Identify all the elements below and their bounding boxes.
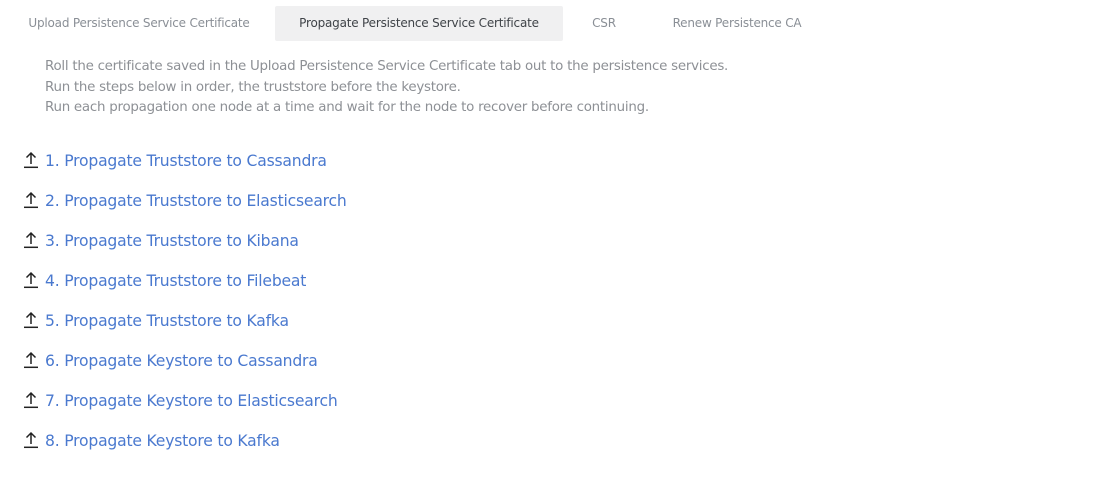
instruction-line: Roll the certificate saved in the Upload… (45, 59, 729, 74)
upload-icon (21, 230, 43, 250)
step-label[interactable]: 1. Propagate Truststore to Cassandra (45, 152, 327, 170)
tab-csr[interactable]: CSR (572, 6, 636, 41)
upload-icon (21, 270, 43, 290)
step-label[interactable]: 3. Propagate Truststore to Kibana (45, 232, 299, 250)
upload-icon (21, 190, 43, 210)
step-label[interactable]: 7. Propagate Keystore to Elasticsearch (45, 392, 338, 410)
instruction-line: Run each propagation one node at a time … (45, 100, 649, 116)
instruction-line: Run the steps below in order, the trusts… (45, 79, 461, 95)
step-label[interactable]: 5. Propagate Truststore to Kafka (45, 312, 289, 330)
propagation-steps: 1. Propagate Truststore to Cassandra 2. … (19, 141, 347, 461)
step-link-8[interactable]: 8. Propagate Keystore to Kafka (19, 421, 347, 461)
tab-bar: Upload Persistence Service Certificate P… (0, 6, 1112, 41)
step-link-6[interactable]: 6. Propagate Keystore to Cassandra (19, 341, 347, 381)
step-label[interactable]: 2. Propagate Truststore to Elasticsearch (45, 192, 347, 210)
tab-propagate-certificate[interactable]: Propagate Persistence Service Certificat… (275, 6, 563, 41)
step-label[interactable]: 8. Propagate Keystore to Kafka (45, 432, 280, 450)
instructions: Roll the certificate saved in the Upload… (45, 57, 728, 119)
step-link-2[interactable]: 2. Propagate Truststore to Elasticsearch (19, 181, 347, 221)
step-label[interactable]: 4. Propagate Truststore to Filebeat (45, 272, 306, 290)
step-link-1[interactable]: 1. Propagate Truststore to Cassandra (19, 141, 347, 181)
upload-icon (21, 350, 43, 370)
step-link-7[interactable]: 7. Propagate Keystore to Elasticsearch (19, 381, 347, 421)
step-link-4[interactable]: 4. Propagate Truststore to Filebeat (19, 261, 347, 301)
upload-icon (21, 430, 43, 450)
upload-icon (21, 310, 43, 330)
step-link-3[interactable]: 3. Propagate Truststore to Kibana (19, 221, 347, 261)
upload-icon (21, 390, 43, 410)
step-link-5[interactable]: 5. Propagate Truststore to Kafka (19, 301, 347, 341)
tab-renew-ca[interactable]: Renew Persistence CA (652, 6, 822, 41)
upload-icon (21, 150, 43, 170)
tab-upload-certificate[interactable]: Upload Persistence Service Certificate (19, 6, 259, 41)
step-label[interactable]: 6. Propagate Keystore to Cassandra (45, 352, 318, 370)
